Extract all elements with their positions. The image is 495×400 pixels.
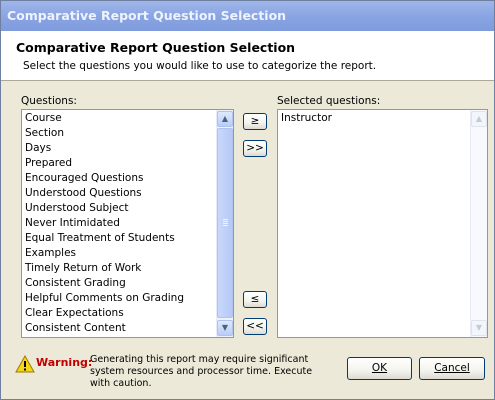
dialog-header: Comparative Report Question Selection Se… [1, 31, 494, 81]
list-item[interactable]: Encouraged Questions [22, 171, 216, 186]
selected-scrollbar: ▲ ▼ [470, 110, 487, 337]
scrollbar-thumb[interactable] [217, 128, 233, 318]
list-item[interactable]: Instructor [278, 111, 470, 126]
add-all-button[interactable]: >> [243, 140, 267, 157]
window-title: Comparative Report Question Selection [7, 8, 287, 23]
questions-label: Questions: [21, 95, 77, 107]
scroll-down-arrow-icon[interactable]: ▼ [217, 320, 233, 336]
list-item[interactable]: Prepared [22, 156, 216, 171]
list-item[interactable]: Timely Return of Work [22, 261, 216, 276]
scroll-up-arrow-icon[interactable]: ▲ [217, 111, 233, 127]
list-item[interactable]: Consistent Content [22, 321, 216, 336]
remove-selected-button[interactable]: ≤ [243, 291, 267, 308]
questions-list[interactable]: Course Section Days Prepared Encouraged Ques… [21, 109, 234, 338]
dialog-window: Comparative Report Question Selection Co… [0, 0, 495, 400]
remove-all-button[interactable]: << [243, 318, 267, 335]
title-bar[interactable]: Comparative Report Question Selection [1, 1, 494, 31]
list-item[interactable]: Understood Questions [22, 186, 216, 201]
warning-text: Generating this report may require signi… [90, 354, 313, 389]
header-title: Comparative Report Question Selection [16, 40, 296, 55]
list-item[interactable]: Examples [22, 246, 216, 261]
scroll-up-arrow-icon: ▲ [471, 111, 487, 127]
list-item[interactable]: Understood Subject [22, 201, 216, 216]
selected-questions-label: Selected questions: [277, 95, 381, 107]
scroll-down-arrow-icon: ▼ [471, 320, 487, 336]
add-selected-button[interactable]: ≥ [243, 113, 267, 130]
header-subtitle: Select the questions you would like to u… [23, 60, 377, 72]
selected-questions-list[interactable]: Instructor ▲ ▼ [277, 109, 488, 338]
list-item[interactable]: Helpful Comments on Grading [22, 291, 216, 306]
questions-scrollbar[interactable]: ▲ ▼ [216, 110, 233, 337]
cancel-button-label: Cancel [434, 362, 470, 374]
list-item[interactable]: Never Intimidated [22, 216, 216, 231]
list-item[interactable]: Clear Expectations [22, 306, 216, 321]
cancel-button[interactable]: Cancel [419, 357, 485, 380]
list-item[interactable]: Days [22, 141, 216, 156]
list-item[interactable]: Consistent Grading [22, 276, 216, 291]
warning-label: Warning: [36, 356, 93, 369]
list-item[interactable]: Course [22, 111, 216, 126]
ok-button-label: OK [371, 362, 388, 374]
list-item[interactable]: Equal Treatment of Students [22, 231, 216, 246]
ok-button[interactable]: OK [347, 357, 412, 380]
warning-triangle-icon [15, 355, 35, 373]
list-item[interactable]: Section [22, 126, 216, 141]
